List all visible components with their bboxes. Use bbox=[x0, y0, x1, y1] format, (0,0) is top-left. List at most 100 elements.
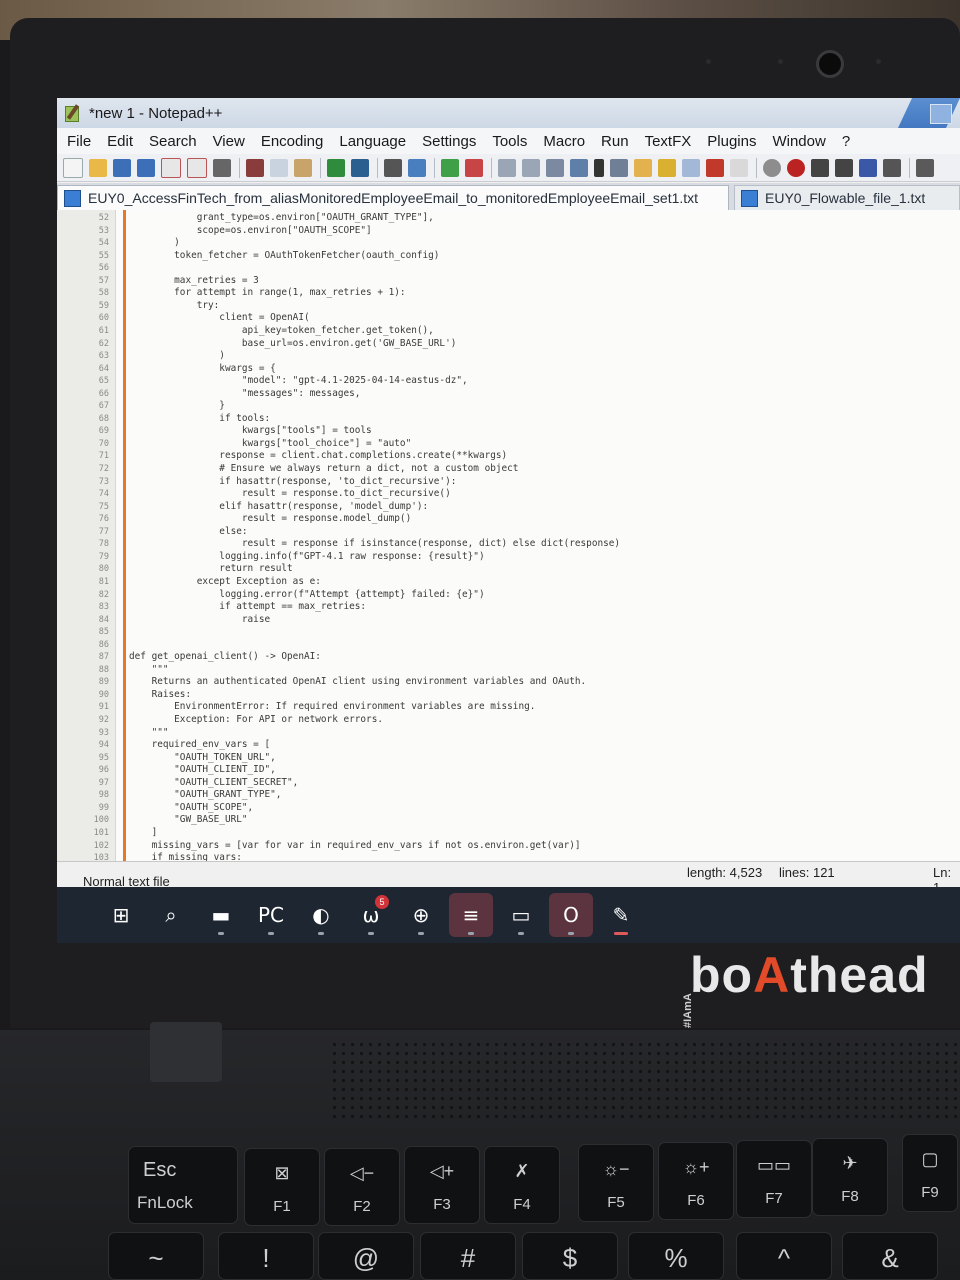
sync-vertical-icon[interactable] bbox=[498, 158, 516, 177]
key-symbol[interactable]: $ bbox=[522, 1232, 618, 1280]
new-file-icon[interactable] bbox=[63, 157, 83, 178]
code-line[interactable]: "OAUTH_GRANT_TYPE", bbox=[129, 789, 281, 801]
language-icon[interactable] bbox=[634, 158, 652, 177]
code-line[interactable]: except Exception as e: bbox=[129, 576, 321, 588]
code-line[interactable]: grant_type=os.environ["OAUTH_GRANT_TYPE"… bbox=[129, 212, 434, 224]
command-prompt-icon[interactable]: ▭ bbox=[499, 893, 543, 937]
function-list-icon[interactable] bbox=[682, 158, 700, 177]
code-line[interactable]: ) bbox=[129, 237, 180, 249]
menu-tools[interactable]: Tools bbox=[484, 133, 535, 150]
menu-view[interactable]: View bbox=[205, 133, 253, 150]
code-line[interactable]: if tools: bbox=[129, 413, 270, 425]
code-line[interactable]: """ bbox=[129, 727, 169, 739]
code-line[interactable]: "OAUTH_SCOPE", bbox=[129, 802, 253, 814]
window-button[interactable] bbox=[930, 104, 952, 124]
pycharm-icon[interactable]: PC bbox=[249, 893, 293, 937]
code-line[interactable]: client = OpenAI( bbox=[129, 312, 309, 324]
menu-settings[interactable]: Settings bbox=[414, 133, 484, 150]
webex-icon[interactable]: ω5 bbox=[349, 893, 393, 937]
menu-search[interactable]: Search bbox=[141, 133, 205, 150]
plugin-icon[interactable] bbox=[916, 158, 934, 177]
key-f9[interactable]: ▢ F9 bbox=[902, 1134, 958, 1212]
indent-guide-icon[interactable] bbox=[610, 158, 628, 177]
search-icon[interactable]: ⌕ bbox=[149, 893, 193, 937]
document-map-icon[interactable] bbox=[658, 158, 676, 177]
menu-language[interactable]: Language bbox=[331, 133, 414, 150]
paste-icon[interactable] bbox=[294, 158, 312, 177]
code-line[interactable]: scope=os.environ["OAUTH_SCOPE"] bbox=[129, 225, 372, 237]
code-line[interactable]: response = client.chat.completions.creat… bbox=[129, 450, 507, 462]
code-line[interactable]: try: bbox=[129, 300, 220, 312]
key-symbol[interactable]: ^ bbox=[736, 1232, 832, 1280]
outlook-icon[interactable]: O bbox=[549, 893, 593, 937]
key-symbol[interactable]: & bbox=[842, 1232, 938, 1280]
edge-icon[interactable]: ◐ bbox=[299, 893, 343, 937]
code-line[interactable]: kwargs = { bbox=[129, 363, 275, 375]
tab-accessfintech-file[interactable]: EUY0_AccessFinTech_from_aliasMonitoredEm… bbox=[57, 185, 729, 210]
terminal-app-icon[interactable]: ≡ bbox=[449, 893, 493, 937]
code-line[interactable]: kwargs["tool_choice"] = "auto" bbox=[129, 438, 411, 450]
redo-icon[interactable] bbox=[351, 158, 369, 177]
code-line[interactable]: result = response if isinstance(response… bbox=[129, 538, 620, 550]
close-icon[interactable] bbox=[161, 157, 181, 178]
notepad-plus-plus-icon[interactable]: ✎ bbox=[599, 893, 643, 937]
monitoring-icon[interactable] bbox=[730, 158, 748, 177]
code-line[interactable]: raise bbox=[129, 614, 270, 626]
menu-plugins[interactable]: Plugins bbox=[699, 133, 764, 150]
menu-encoding[interactable]: Encoding bbox=[253, 133, 332, 150]
key-symbol[interactable]: ! bbox=[218, 1232, 314, 1280]
code-line[interactable]: result = response.model_dump() bbox=[129, 513, 411, 525]
key-f5[interactable]: ☼− F5 bbox=[578, 1144, 654, 1222]
code-line[interactable]: ) bbox=[129, 350, 225, 362]
code-line[interactable]: logging.info(f"GPT-4.1 raw response: {re… bbox=[129, 551, 484, 563]
code-line[interactable]: kwargs["tools"] = tools bbox=[129, 425, 372, 437]
chevron-down-icon[interactable] bbox=[594, 158, 604, 177]
code-line[interactable]: ] bbox=[129, 827, 158, 839]
code-line[interactable]: Raises: bbox=[129, 689, 192, 701]
replace-icon[interactable] bbox=[408, 158, 426, 177]
key-f7[interactable]: ▭▭ F7 bbox=[736, 1140, 812, 1218]
open-folder-icon[interactable] bbox=[89, 158, 107, 177]
menu-window[interactable]: Window bbox=[764, 133, 833, 150]
playback-icon[interactable] bbox=[835, 158, 853, 177]
key-f1[interactable]: ⊠ F1 bbox=[244, 1148, 320, 1226]
key-esc[interactable]: Esc FnLock bbox=[128, 1146, 238, 1224]
menu-run[interactable]: Run bbox=[593, 133, 637, 150]
tab-flowable-file[interactable]: EUY0_Flowable_file_1.txt bbox=[734, 185, 960, 210]
save-macro-icon[interactable] bbox=[883, 158, 901, 177]
key-symbol[interactable]: @ bbox=[318, 1232, 414, 1280]
menu-macro[interactable]: Macro bbox=[535, 133, 593, 150]
code-line[interactable]: "OAUTH_CLIENT_ID", bbox=[129, 764, 276, 776]
key-f4[interactable]: ✗ F4 bbox=[484, 1146, 560, 1224]
code-line[interactable]: if missing_vars: bbox=[129, 852, 242, 861]
show-all-characters-icon[interactable] bbox=[570, 158, 588, 177]
code-line[interactable]: "GW_BASE_URL" bbox=[129, 814, 247, 826]
menu-edit[interactable]: Edit bbox=[99, 133, 141, 150]
undo-icon[interactable] bbox=[327, 158, 345, 177]
code-line[interactable]: "messages": messages, bbox=[129, 388, 361, 400]
circle-plus-icon[interactable]: ⊕ bbox=[399, 893, 443, 937]
code-line[interactable]: elif hasattr(response, 'model_dump'): bbox=[129, 501, 428, 513]
code-line[interactable]: Exception: For API or network errors. bbox=[129, 714, 383, 726]
key-f8[interactable]: ✈ F8 bbox=[812, 1138, 888, 1216]
code-line[interactable]: missing_vars = [var for var in required_… bbox=[129, 840, 581, 852]
code-line[interactable]: logging.error(f"Attempt {attempt} failed… bbox=[129, 589, 484, 601]
code-line[interactable]: "model": "gpt-4.1-2025-04-14-eastus-dz", bbox=[129, 375, 468, 387]
key-f6[interactable]: ☼+ F6 bbox=[658, 1142, 734, 1220]
zoom-in-icon[interactable] bbox=[441, 158, 459, 177]
code-line[interactable]: else: bbox=[129, 526, 247, 538]
key-f2[interactable]: ◁− F2 bbox=[324, 1148, 400, 1226]
print-icon[interactable] bbox=[213, 158, 231, 177]
stop-recording-icon[interactable] bbox=[811, 158, 829, 177]
code-line[interactable]: # Ensure we always return a dict, not a … bbox=[129, 463, 518, 475]
code-line[interactable]: max_retries = 3 bbox=[129, 275, 259, 287]
zoom-out-icon[interactable] bbox=[465, 158, 483, 177]
cut-icon[interactable] bbox=[246, 158, 264, 177]
code-line[interactable]: if attempt == max_retries: bbox=[129, 601, 366, 613]
folder-as-workspace-icon[interactable] bbox=[706, 158, 724, 177]
code-line[interactable]: return result bbox=[129, 563, 292, 575]
code-line[interactable]: if hasattr(response, 'to_dict_recursive'… bbox=[129, 476, 456, 488]
code-line[interactable]: def get_openai_client() -> OpenAI: bbox=[129, 651, 321, 663]
close-all-icon[interactable] bbox=[187, 157, 207, 178]
save-all-icon[interactable] bbox=[137, 158, 155, 177]
